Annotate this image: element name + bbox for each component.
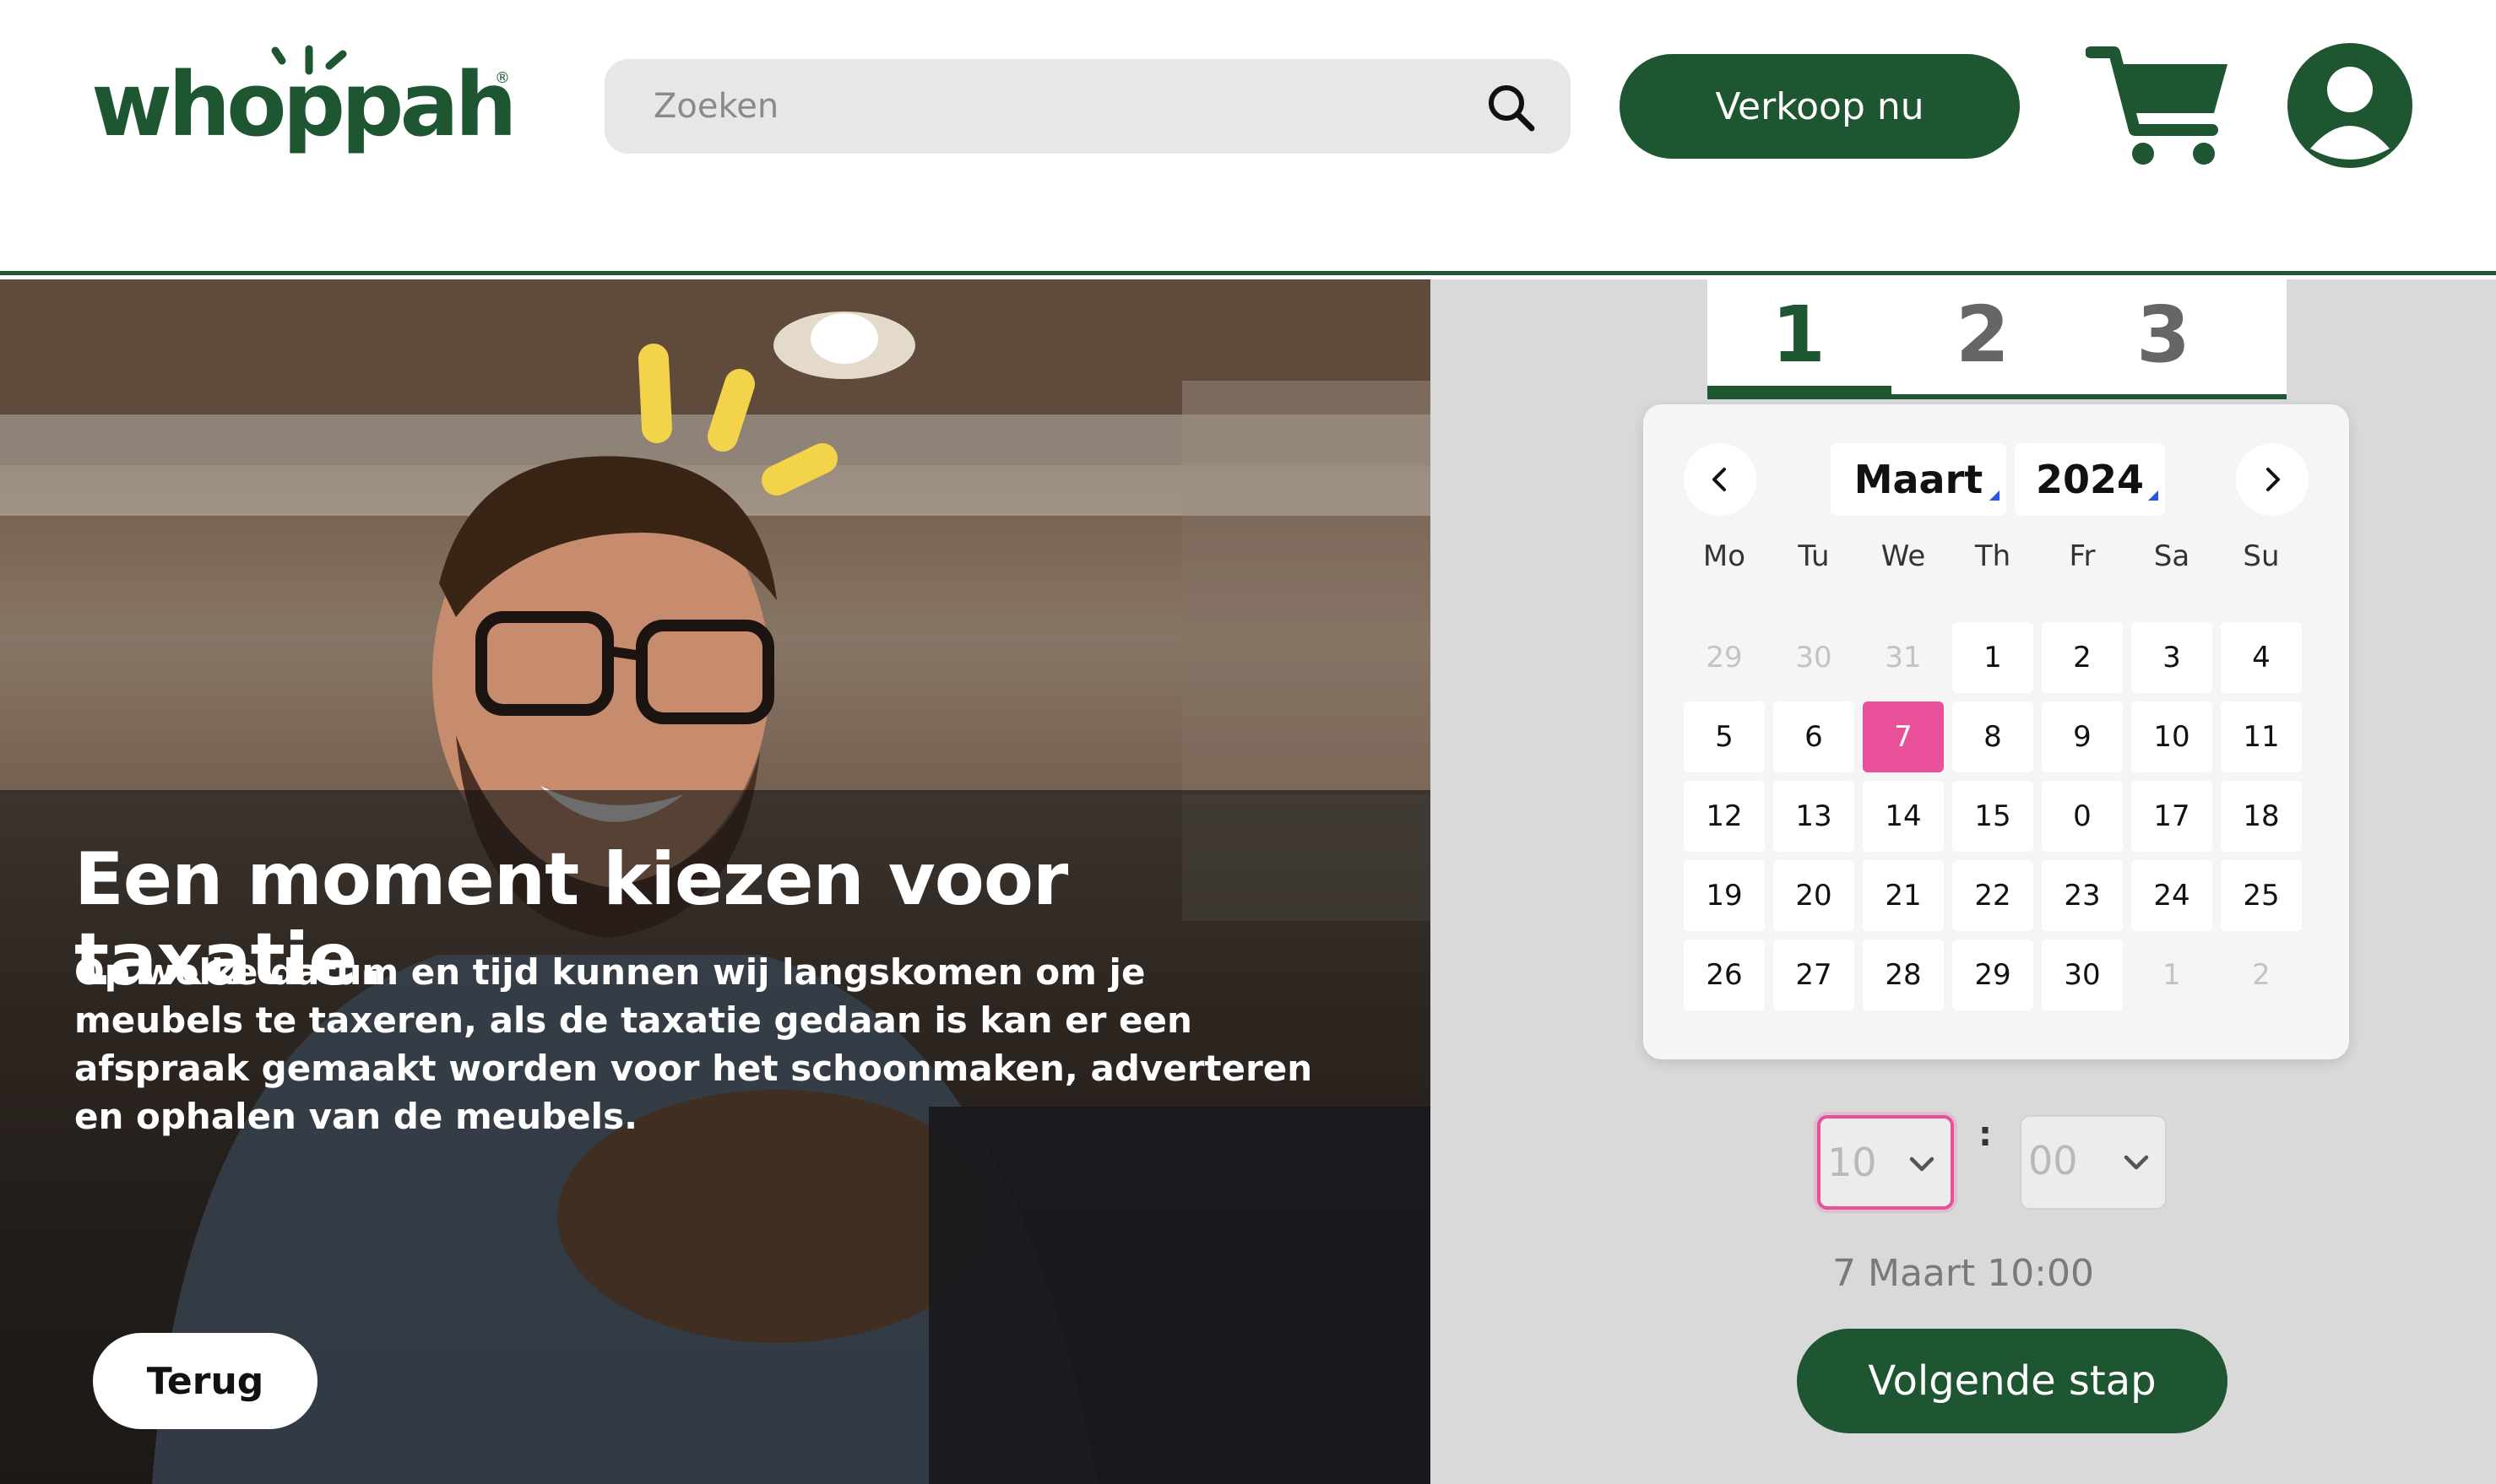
minute-select[interactable]: 00: [2020, 1115, 2167, 1210]
hour-select-value: 10: [1827, 1140, 1877, 1185]
chevron-right-icon: [2266, 468, 2280, 491]
hero-description: Op welke datum en tijd kunnen wij langsk…: [74, 951, 1313, 1137]
calendar-day[interactable]: 13: [1773, 781, 1854, 852]
calendar-day[interactable]: 21: [1863, 860, 1944, 931]
weekday-label: Tu: [1798, 539, 1830, 573]
calendar-day[interactable]: 23: [2042, 860, 2123, 931]
calendar-day-outside-month: 2: [2252, 958, 2271, 992]
previous-month-button[interactable]: [1684, 443, 1756, 516]
calendar-day[interactable]: 25: [2221, 860, 2302, 931]
whoppah-logo[interactable]: whoppah ®: [91, 44, 518, 162]
calendar-day[interactable]: 19: [1684, 860, 1765, 931]
calendar-day[interactable]: 0: [2042, 781, 2123, 852]
minute-select-value: 00: [2028, 1138, 2078, 1183]
user-account-icon[interactable]: [2287, 42, 2413, 169]
selected-datetime-summary: 7 Maart 10:00: [1832, 1252, 2094, 1295]
calendar-day[interactable]: 17: [2131, 781, 2212, 852]
chevron-down-icon: [1909, 1156, 1934, 1172]
calendar-day[interactable]: 4: [2221, 622, 2302, 693]
calendar-day[interactable]: 15: [1952, 781, 2033, 852]
year-select-value: 2024: [2035, 457, 2145, 502]
weekday-label: Th: [1974, 539, 2011, 573]
calendar-day[interactable]: 10: [2131, 701, 2212, 772]
search-icon[interactable]: [1484, 81, 1538, 135]
calendar-day[interactable]: 9: [2042, 701, 2123, 772]
month-select[interactable]: Maart: [1831, 443, 2006, 516]
calendar-day[interactable]: 1: [1952, 622, 2033, 693]
next-step-button[interactable]: Volgende stap: [1797, 1329, 2227, 1433]
shopping-cart-icon[interactable]: [2086, 42, 2233, 169]
sell-now-button[interactable]: Verkoop nu: [1620, 54, 2020, 159]
logo-registered-mark: ®: [495, 69, 510, 87]
back-button[interactable]: Terug: [93, 1333, 317, 1429]
calendar-day[interactable]: 24: [2131, 860, 2212, 931]
search-bar: [605, 59, 1571, 154]
hour-select[interactable]: 10: [1817, 1115, 1954, 1210]
calendar-day[interactable]: 18: [2221, 781, 2302, 852]
date-picker: Maart 2024 Mo Tu We Th Fr Sa Su 29 30 31 1 2 3 4 5 6 7 8…: [1643, 404, 2349, 1059]
chevron-left-icon: [1712, 468, 1726, 491]
next-month-button[interactable]: [2236, 443, 2309, 516]
calendar-day[interactable]: 28: [1863, 940, 1944, 1010]
weekday-label: Sa: [2153, 539, 2190, 573]
year-dropdown-icon: [2148, 490, 2158, 501]
year-select[interactable]: 2024: [2015, 443, 2165, 516]
calendar-day-outside-month: 29: [1706, 641, 1743, 674]
step-1-tab[interactable]: 1: [1707, 279, 1890, 389]
calendar-day[interactable]: 12: [1684, 781, 1765, 852]
appointment-panel: 1 2 3 Maart 2024 Mo Tu We Th Fr Sa Su 29 30 31 1 2…: [1430, 279, 2496, 1484]
time-separator: :: [1978, 1115, 1992, 1154]
calendar-day-outside-month: 1: [2162, 958, 2181, 992]
step-indicator: 1 2 3: [1707, 279, 2287, 399]
calendar-day[interactable]: 11: [2221, 701, 2302, 772]
weekday-label: Su: [2243, 539, 2280, 573]
calendar-day-outside-month: 31: [1885, 641, 1922, 674]
weekday-label: Fr: [2069, 539, 2096, 573]
calendar-day[interactable]: 30: [2042, 940, 2123, 1010]
hero-section: Een moment kiezen voor taxatie. Op welke…: [0, 279, 1430, 1484]
calendar-day[interactable]: 3: [2131, 622, 2212, 693]
weekday-label: We: [1880, 539, 1926, 573]
calendar-day[interactable]: 5: [1684, 701, 1765, 772]
calendar-day[interactable]: 14: [1863, 781, 1944, 852]
month-select-value: Maart: [1853, 457, 1983, 502]
step-3-tab[interactable]: 3: [2072, 279, 2255, 389]
calendar-day[interactable]: 29: [1952, 940, 2033, 1010]
search-input[interactable]: [654, 59, 1413, 154]
chevron-down-icon: [2124, 1155, 2149, 1170]
calendar-day[interactable]: 26: [1684, 940, 1765, 1010]
calendar-day-selected[interactable]: 7: [1863, 701, 1944, 772]
calendar-day[interactable]: 6: [1773, 701, 1854, 772]
calendar-day[interactable]: 22: [1952, 860, 2033, 931]
top-header: whoppah ® Verkoop nu: [0, 0, 2496, 275]
steps-active-indicator: [1707, 386, 1891, 399]
calendar-day[interactable]: 20: [1773, 860, 1854, 931]
calendar-day[interactable]: 2: [2042, 622, 2123, 693]
weekday-label: Mo: [1702, 539, 1746, 573]
step-2-tab[interactable]: 2: [1891, 279, 2074, 389]
calendar-day-outside-month: 30: [1795, 641, 1832, 674]
logo-wordmark: whoppah: [91, 53, 518, 156]
calendar-day[interactable]: 27: [1773, 940, 1854, 1010]
month-dropdown-icon: [1989, 490, 2000, 501]
calendar-day[interactable]: 8: [1952, 701, 2033, 772]
